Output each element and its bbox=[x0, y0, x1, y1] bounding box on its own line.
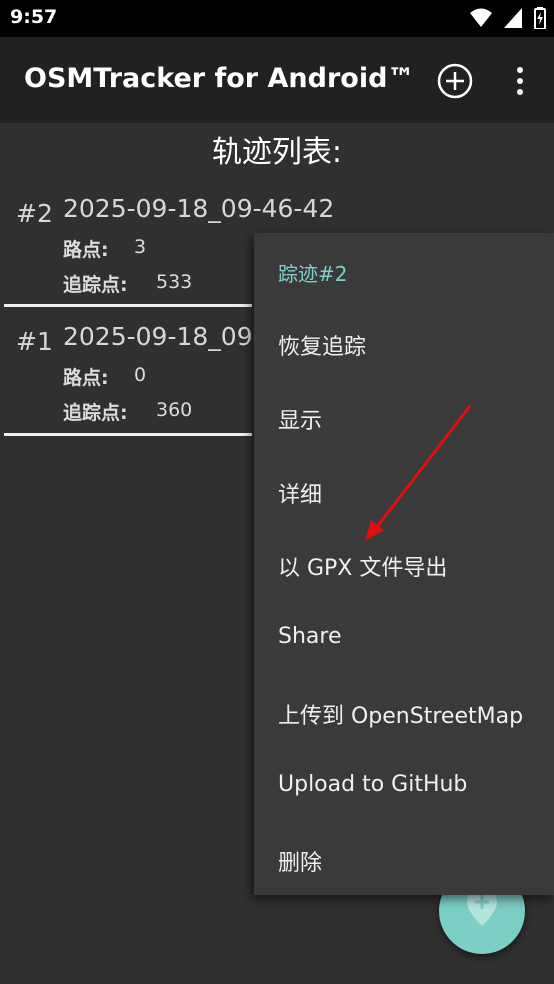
track-context-menu: 踪迹#2 恢复追踪 显示 详细 以 GPX 文件导出 Share 上传到 Ope… bbox=[254, 233, 554, 895]
list-title: 轨迹列表: bbox=[211, 135, 343, 170]
menu-item-delete[interactable]: 删除 bbox=[278, 845, 322, 877]
overflow-menu-icon[interactable] bbox=[508, 62, 532, 100]
waypoints-label: 路点: bbox=[63, 239, 109, 261]
status-time: 9:57 bbox=[10, 6, 58, 28]
track-item[interactable]: #1 2025-09-18_09- 路点: 0 追踪点: 360 bbox=[0, 308, 262, 436]
waypoints-value: 0 bbox=[134, 364, 147, 386]
list-divider bbox=[4, 433, 252, 436]
app-title: OSMTracker for Android™ bbox=[24, 63, 415, 94]
wifi-icon bbox=[470, 8, 492, 27]
trackpoints-value: 533 bbox=[156, 271, 193, 293]
menu-header: 踪迹#2 bbox=[278, 262, 348, 286]
track-name: 2025-09-18_09-46-42 bbox=[63, 194, 335, 223]
waypoints-value: 3 bbox=[134, 236, 147, 258]
battery-icon bbox=[534, 7, 546, 29]
trackpoints-label: 追踪点: bbox=[63, 402, 128, 424]
track-id: #2 bbox=[16, 199, 53, 228]
menu-item-share[interactable]: Share bbox=[278, 624, 342, 649]
app-bar: OSMTracker for Android™ bbox=[0, 37, 554, 123]
list-divider bbox=[4, 304, 252, 307]
signal-icon bbox=[504, 8, 522, 28]
waypoints-label: 路点: bbox=[63, 367, 109, 389]
trackpoints-label: 追踪点: bbox=[63, 274, 128, 296]
status-bar: 9:57 bbox=[0, 0, 554, 37]
menu-item-display[interactable]: 显示 bbox=[278, 403, 322, 435]
menu-item-resume-tracking[interactable]: 恢复追踪 bbox=[278, 329, 366, 361]
add-circle-icon[interactable] bbox=[436, 62, 474, 100]
track-item[interactable]: #2 2025-09-18_09-46-42 路点: 3 追踪点: 533 bbox=[0, 180, 334, 308]
track-id: #1 bbox=[16, 327, 53, 356]
menu-item-export-gpx[interactable]: 以 GPX 文件导出 bbox=[278, 550, 447, 582]
menu-item-upload-osm[interactable]: 上传到 OpenStreetMap bbox=[278, 698, 523, 730]
trackpoints-value: 360 bbox=[156, 399, 193, 421]
menu-item-upload-github[interactable]: Upload to GitHub bbox=[278, 772, 467, 797]
track-name: 2025-09-18_09- bbox=[63, 322, 262, 351]
menu-item-details[interactable]: 详细 bbox=[278, 477, 322, 509]
